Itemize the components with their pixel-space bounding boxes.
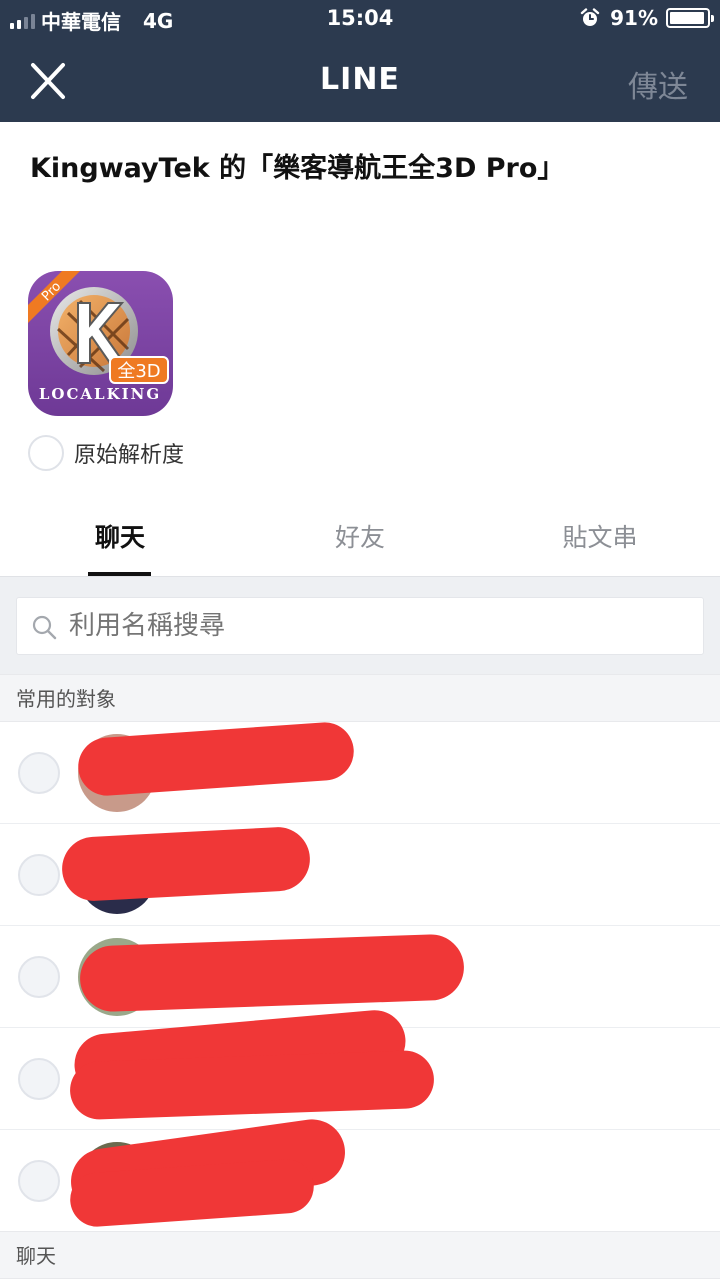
- section-header-frequent: 常用的對象: [0, 674, 720, 722]
- tab-friends[interactable]: 好友: [240, 500, 480, 576]
- localking-logo: Pro 全3D LOCALKING: [28, 271, 169, 403]
- list-item[interactable]: [0, 824, 720, 926]
- select-radio[interactable]: [18, 956, 60, 998]
- list-item[interactable]: [0, 1007, 720, 1130]
- list-item[interactable]: [0, 720, 720, 824]
- redaction-mark: [69, 1049, 435, 1121]
- select-radio[interactable]: [18, 854, 60, 896]
- original-resolution-label: 原始解析度: [74, 443, 185, 468]
- search-box[interactable]: [16, 597, 704, 655]
- nav-title: LINE: [320, 62, 400, 97]
- 3d-tag: 全3D: [117, 361, 160, 382]
- search-icon: [32, 615, 57, 640]
- battery-icon: [666, 8, 714, 28]
- select-radio[interactable]: [18, 1058, 60, 1100]
- app-icon-image[interactable]: Pro 全3D LOCALKING: [28, 271, 173, 416]
- share-item-title: KingwayTek 的「樂客導航王全3D Pro」: [30, 153, 565, 184]
- send-button[interactable]: 傳送: [628, 62, 688, 106]
- select-radio[interactable]: [18, 752, 60, 794]
- status-bar: 中華電信 4G 15:04 91%: [0, 0, 720, 40]
- redaction-mark: [76, 720, 356, 798]
- battery-percentage: 91%: [610, 6, 658, 30]
- select-radio[interactable]: [18, 1160, 60, 1202]
- tab-chats[interactable]: 聊天: [0, 500, 240, 576]
- redaction-mark: [78, 933, 466, 1013]
- tab-timeline[interactable]: 貼文串: [480, 500, 720, 576]
- redaction-mark: [60, 825, 312, 903]
- nav-bar: LINE 傳送: [0, 40, 720, 122]
- list-item[interactable]: [0, 1115, 720, 1232]
- original-resolution-option[interactable]: 原始解析度: [28, 434, 184, 472]
- tab-bar: 聊天 好友 貼文串: [0, 500, 720, 576]
- status-bar-right: 91%: [580, 6, 714, 30]
- section-header-chats: 聊天: [0, 1231, 720, 1279]
- original-resolution-radio[interactable]: [28, 435, 64, 471]
- brand-name: LOCALKING: [39, 385, 161, 403]
- search-input[interactable]: [69, 598, 669, 654]
- alarm-clock-icon: [580, 8, 600, 26]
- search-area: [0, 576, 720, 674]
